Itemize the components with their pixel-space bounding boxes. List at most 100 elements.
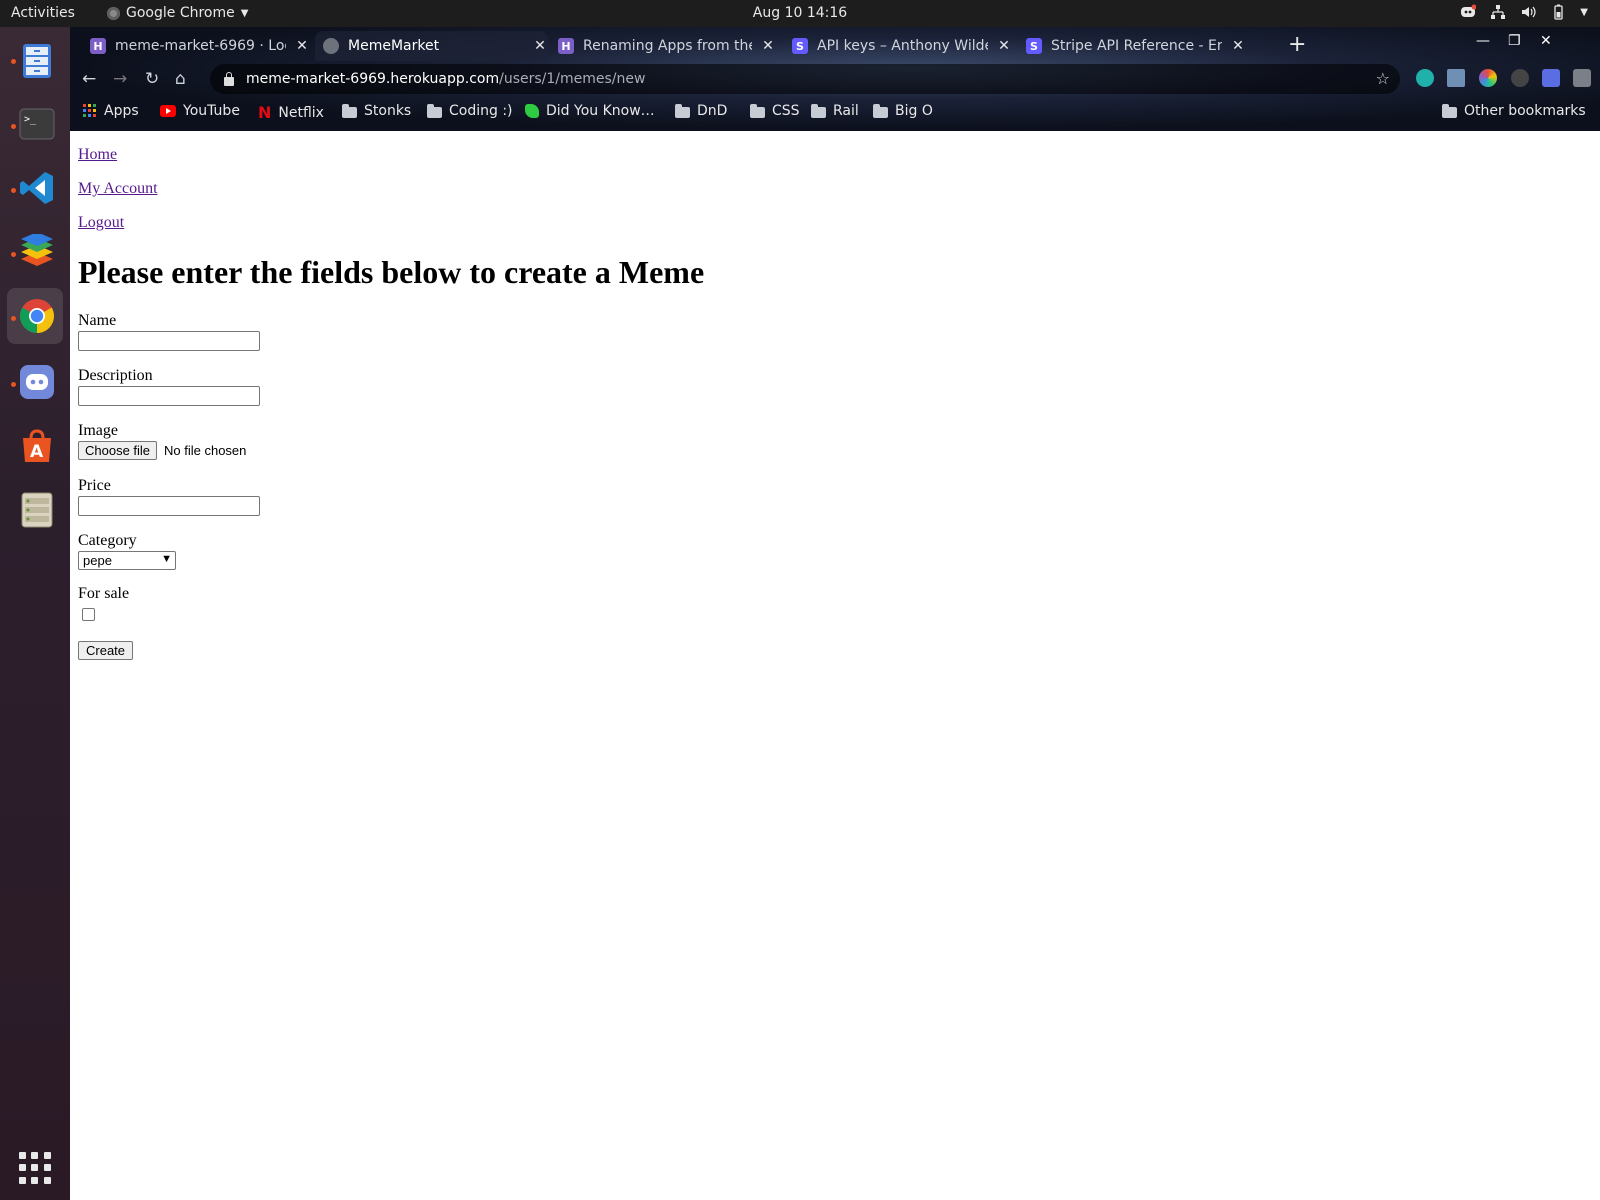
bookmark-folder-stonks[interactable]: Stonks — [342, 103, 411, 119]
netflix-icon: N — [258, 103, 272, 122]
tab-mememarket[interactable]: MemeMarket ✕ — [315, 31, 548, 61]
reload-icon[interactable]: ↻ — [145, 69, 159, 89]
bookmark-folder-css[interactable]: CSS — [750, 103, 800, 119]
bookmark-did-you-know[interactable]: Did You Know… — [525, 103, 655, 119]
lock-icon[interactable] — [224, 71, 234, 86]
dock-discord[interactable] — [7, 354, 63, 410]
new-tab-icon[interactable]: + — [1288, 32, 1306, 57]
bookmark-folder-dnd[interactable]: DnD — [675, 103, 727, 119]
bookmark-folder-rail[interactable]: Rail — [811, 103, 859, 119]
bookmark-folder-coding[interactable]: Coding :) — [427, 103, 513, 119]
tab-stripe-reference[interactable]: S Stripe API Reference - Erro ✕ — [1022, 31, 1246, 61]
extension-image-icon[interactable] — [1447, 69, 1465, 87]
back-icon[interactable]: ← — [82, 69, 96, 89]
nav-link-logout[interactable]: Logout — [78, 214, 124, 232]
vscode-icon — [20, 172, 53, 204]
extension-accessibility-icon[interactable] — [1542, 69, 1560, 87]
bookmark-folder-big-o[interactable]: Big O — [873, 103, 933, 119]
web-page: Home My Account Logout Please enter the … — [70, 131, 1600, 1200]
leaf-icon — [525, 104, 539, 118]
choose-file-button[interactable]: Choose file — [78, 441, 158, 460]
folder-icon — [675, 103, 690, 118]
name-label: Name — [78, 312, 117, 329]
nav-link-my-account[interactable]: My Account — [78, 180, 158, 198]
running-indicator — [11, 124, 16, 129]
description-input[interactable] — [78, 386, 260, 406]
name-input[interactable] — [78, 331, 260, 351]
dock-layers-app[interactable] — [7, 224, 63, 280]
url-text[interactable]: meme-market-6969.herokuapp.com/users/1/m… — [246, 71, 645, 87]
running-indicator — [11, 252, 16, 257]
network-icon[interactable] — [1490, 4, 1506, 20]
close-tab-icon[interactable]: ✕ — [1230, 38, 1246, 54]
archive-icon — [21, 492, 53, 528]
stripe-favicon-icon: S — [1026, 38, 1042, 54]
create-button[interactable]: Create — [78, 641, 134, 660]
apps-grid-icon — [83, 104, 96, 117]
svg-text:>_: >_ — [24, 114, 37, 125]
category-label: Category — [78, 532, 137, 549]
layers-icon — [21, 234, 53, 266]
dock-archive[interactable] — [7, 482, 63, 538]
tab-renaming-apps[interactable]: H Renaming Apps from the ✕ — [554, 31, 776, 61]
dock-vscode[interactable] — [7, 160, 63, 216]
chrome-icon — [20, 299, 54, 333]
nav-link-home[interactable]: Home — [78, 146, 117, 164]
heroku-favicon-icon: H — [558, 38, 574, 54]
heroku-favicon-icon: H — [90, 38, 106, 54]
svg-text:A: A — [30, 442, 44, 462]
dock-terminal[interactable]: >_ — [7, 96, 63, 152]
close-tab-icon[interactable]: ✕ — [996, 38, 1012, 54]
toolbar: ← → ↻ ⌂ meme-market-6969.herokuapp.com/u… — [70, 63, 1600, 95]
folder-icon — [811, 103, 826, 118]
chevron-down-icon: ▼ — [161, 553, 172, 565]
system-menu-chevron-icon[interactable]: ▼ — [1580, 7, 1588, 18]
extension-m-icon[interactable] — [1416, 69, 1434, 87]
dock-files[interactable] — [7, 33, 63, 89]
show-applications-icon[interactable] — [19, 1152, 51, 1184]
home-icon[interactable]: ⌂ — [175, 69, 186, 89]
extension-color-icon[interactable] — [1479, 69, 1497, 87]
dock-chrome[interactable] — [7, 288, 63, 344]
running-indicator — [11, 316, 16, 321]
close-window-icon[interactable]: ✕ — [1540, 33, 1552, 49]
file-status-text: No file chosen — [164, 443, 247, 458]
image-label: Image — [78, 422, 118, 439]
page-title: Please enter the fields below to create … — [78, 254, 705, 290]
folder-icon — [342, 103, 357, 118]
close-tab-icon[interactable]: ✕ — [294, 38, 310, 54]
ubuntu-dock: >_ A — [0, 27, 70, 1200]
close-tab-icon[interactable]: ✕ — [532, 38, 548, 54]
system-top-bar: Activities Google Chrome ▼ Aug 10 14:16 … — [0, 0, 1600, 27]
extension-w-icon[interactable] — [1511, 69, 1529, 87]
category-select[interactable]: pepe ▼ — [78, 551, 176, 570]
running-indicator — [11, 382, 16, 387]
close-tab-icon[interactable]: ✕ — [760, 38, 776, 54]
for-sale-checkbox[interactable] — [82, 608, 95, 621]
other-bookmarks[interactable]: Other bookmarks — [1442, 103, 1586, 119]
forward-icon[interactable]: → — [113, 69, 127, 89]
address-bar[interactable]: meme-market-6969.herokuapp.com/users/1/m… — [210, 64, 1400, 94]
discord-tray-icon[interactable] — [1460, 4, 1477, 20]
restore-icon[interactable]: ❐ — [1508, 33, 1521, 49]
tab-stripe-api-keys[interactable]: S API keys – Anthony Wilde ✕ — [788, 31, 1012, 61]
terminal-icon: >_ — [19, 108, 55, 140]
minimize-icon[interactable]: — — [1476, 33, 1490, 49]
dock-app-center[interactable]: A — [7, 418, 63, 474]
volume-icon[interactable] — [1520, 4, 1536, 20]
battery-icon[interactable] — [1550, 4, 1566, 20]
discord-icon — [20, 365, 54, 399]
tab-heroku-logs[interactable]: H meme-market-6969 · Logs ✕ — [86, 31, 310, 61]
folder-icon — [750, 103, 765, 118]
bookmark-apps[interactable]: Apps — [83, 103, 139, 119]
bookmark-star-icon[interactable]: ☆ — [1376, 69, 1390, 88]
system-tray[interactable]: ▼ — [1460, 4, 1588, 20]
bookmark-netflix[interactable]: N Netflix — [258, 103, 324, 122]
price-input[interactable] — [78, 496, 260, 516]
folder-icon — [427, 103, 442, 118]
extensions-puzzle-icon[interactable] — [1573, 69, 1591, 87]
category-selected-value: pepe — [83, 553, 112, 568]
bookmark-youtube[interactable]: YouTube — [160, 103, 240, 119]
clock[interactable]: Aug 10 14:16 — [0, 5, 1600, 21]
running-indicator — [11, 188, 16, 193]
